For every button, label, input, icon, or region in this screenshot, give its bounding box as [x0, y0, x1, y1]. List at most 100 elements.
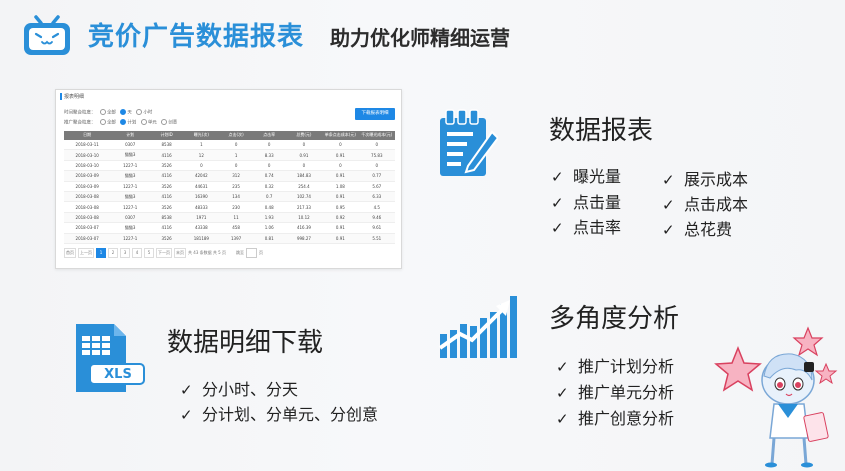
radio-icon[interactable] — [136, 109, 143, 115]
radio-selected-icon[interactable] — [120, 119, 127, 125]
table-cell: 458 — [219, 222, 253, 234]
bullet-item: ✓ 推广计划分析 — [556, 357, 675, 376]
table-cell: 9.61 — [358, 222, 395, 234]
pager-prev[interactable]: 上一页 — [78, 248, 94, 258]
table-cell: 8538 — [150, 212, 184, 224]
table-cell: 0 — [183, 160, 220, 172]
column-header[interactable]: 单条点击成本(元) — [322, 131, 359, 140]
ad-option-plan[interactable]: 计划 — [127, 121, 136, 126]
table-cell: 0 — [358, 160, 395, 172]
table-cell: 44631 — [183, 181, 220, 192]
table-cell: 1.93 — [252, 212, 286, 224]
table-cell: 3526 — [150, 160, 184, 172]
table-cell: 235 — [219, 181, 253, 192]
column-header[interactable]: 计划ID — [150, 131, 184, 140]
bullet-item: ✓ 展示成本 — [662, 170, 749, 189]
table-cell: 102.74 — [285, 191, 323, 203]
table-cell: 42042 — [183, 170, 220, 182]
table-cell: 0.32 — [252, 181, 286, 192]
column-header[interactable]: 总费(元) — [285, 131, 323, 140]
table-cell: 2018-03-10 — [64, 149, 111, 161]
table-row: 2018-03-07 猫猫3 4116 43338 458 1.06 416.39 0.91 9… — [64, 222, 395, 234]
check-icon: ✓ — [551, 194, 564, 212]
header: 竞价广告数据报表 助力优化师精细运营 — [0, 0, 845, 70]
table-cell: 0.91 — [322, 170, 359, 182]
table-cell: 1227-1 — [110, 201, 151, 213]
table-cell: 0 — [285, 160, 323, 172]
table-cell: 0.48 — [252, 201, 286, 213]
radio-icon[interactable] — [99, 119, 106, 125]
table-cell: 2018-03-08 — [64, 201, 111, 213]
pager-jump-unit: 页 — [259, 250, 263, 255]
table-cell: 4116 — [150, 222, 184, 234]
radio-icon[interactable] — [140, 119, 147, 125]
table-cell: 猫猫3 — [110, 149, 151, 161]
table-cell: 0 — [322, 160, 359, 172]
report-edit-icon — [440, 109, 498, 176]
table-cell: 10.12 — [285, 212, 323, 224]
time-option-hour[interactable]: 小时 — [143, 111, 152, 116]
ad-option-all[interactable]: 全部 — [107, 121, 116, 126]
table-cell: 1227-1 — [110, 233, 151, 244]
table-cell: 0.91 — [322, 233, 359, 244]
column-header[interactable]: 曝光(次) — [183, 131, 220, 140]
bullet-item: ✓ 点击量 — [551, 193, 622, 212]
table-cell: 4116 — [150, 170, 184, 182]
table-cell: 0.95 — [322, 201, 359, 213]
ad-option-creative[interactable]: 创意 — [168, 121, 177, 126]
table-cell: 6.33 — [358, 191, 395, 203]
page-subtitle: 助力优化师精细运营 — [330, 26, 510, 50]
download-report-button[interactable]: 下载报表明细 — [355, 108, 395, 120]
column-header[interactable]: 点击率 — [252, 131, 286, 140]
bullet-item: ✓ 点击率 — [551, 218, 622, 237]
pager-page-5[interactable]: 5 — [144, 248, 154, 258]
table-cell: 3526 — [150, 201, 184, 213]
growth-chart-icon — [438, 296, 517, 358]
table-cell: 1227-1 — [110, 160, 151, 172]
check-icon: ✓ — [180, 406, 193, 424]
pager-next[interactable]: 下一页 — [156, 248, 172, 258]
table-cell: 8.33 — [252, 149, 286, 161]
table-cell: 2018-03-07 — [64, 233, 111, 244]
time-option-day[interactable]: 天 — [127, 111, 132, 116]
table-cell: 8538 — [150, 140, 184, 151]
ad-option-unit[interactable]: 单元 — [148, 121, 157, 126]
radio-icon[interactable] — [99, 109, 106, 115]
table-cell: 1397 — [219, 233, 253, 244]
report-table: 日期 计划 计划ID 曝光(次) 点击(次) 点击率 总费(元) 单条点击成本(… — [64, 131, 395, 244]
pager-page-4[interactable]: 4 — [132, 248, 142, 258]
feature-title-report: 数据报表 — [549, 116, 654, 146]
table-cell: 4116 — [150, 149, 184, 161]
xls-badge-label: XLS — [104, 367, 132, 382]
column-header[interactable]: 千次曝光成本(元) — [358, 131, 395, 140]
check-icon: ✓ — [556, 410, 569, 428]
pager-first[interactable]: 首页 — [64, 248, 76, 258]
check-icon: ✓ — [551, 219, 564, 237]
pager-jump-input[interactable] — [246, 248, 257, 258]
table-cell: 12 — [183, 149, 220, 161]
table-cell: 4116 — [150, 191, 184, 203]
check-icon: ✓ — [180, 381, 193, 399]
report-preview-card: 报表明细 时间聚合粒度： 全部 天 小时 推广聚合粒度： 全部 计划 单元 创意… — [55, 89, 402, 269]
radio-selected-icon[interactable] — [120, 109, 127, 115]
table-cell: 998.27 — [285, 233, 323, 244]
table-cell: 75.83 — [358, 149, 395, 161]
table-cell: 1227-1 — [110, 181, 151, 192]
pager-page-1[interactable]: 1 — [96, 248, 106, 258]
column-header[interactable]: 计划 — [110, 131, 151, 140]
table-cell: 0 — [252, 140, 286, 151]
table-cell: 312 — [219, 170, 253, 182]
pager-page-2[interactable]: 2 — [108, 248, 118, 258]
feature-title-download: 数据明细下载 — [167, 328, 324, 358]
radio-icon[interactable] — [161, 119, 168, 125]
table-cell: 5.67 — [358, 181, 395, 192]
pager-page-3[interactable]: 3 — [120, 248, 130, 258]
pager-last[interactable]: 末页 — [174, 248, 186, 258]
column-header[interactable]: 点击(次) — [219, 131, 253, 140]
time-filter-label: 时间聚合粒度： — [64, 110, 96, 116]
table-cell: 0.91 — [322, 149, 359, 161]
column-header[interactable]: 日期 — [64, 131, 111, 140]
table-row: 2018-03-09 1227-1 3526 44631 235 0.32 254.4 1.0… — [64, 181, 395, 192]
time-option-all[interactable]: 全部 — [107, 111, 116, 116]
table-body: 2018-03-11 0307 8538 1 0 0 0 0 0 2018-03-10 猫猫3 411… — [64, 140, 395, 244]
